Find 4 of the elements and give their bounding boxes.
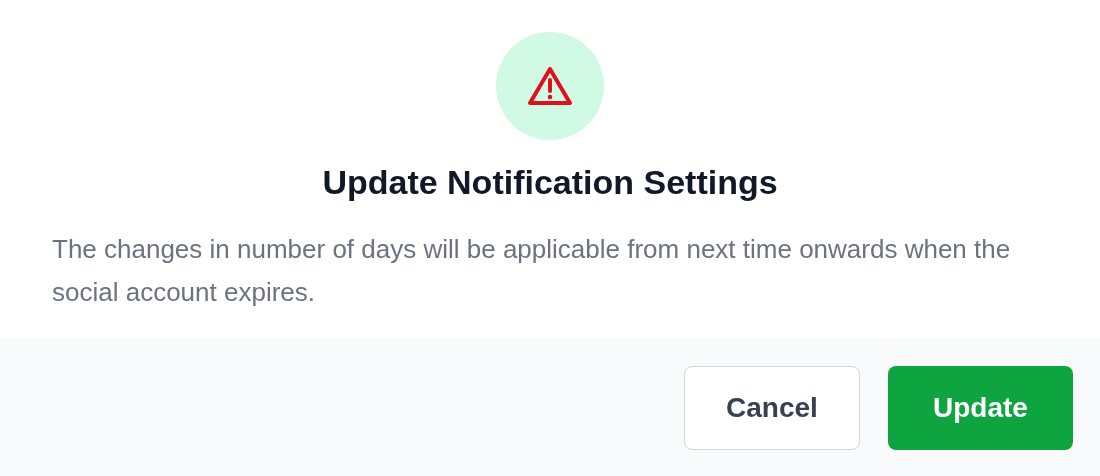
- cancel-button[interactable]: Cancel: [684, 366, 860, 450]
- dialog-title: Update Notification Settings: [322, 162, 778, 202]
- dialog-message: The changes in number of days will be applicable from next time onwards when the social account expires.: [52, 233, 1012, 309]
- warning-icon: [527, 66, 573, 106]
